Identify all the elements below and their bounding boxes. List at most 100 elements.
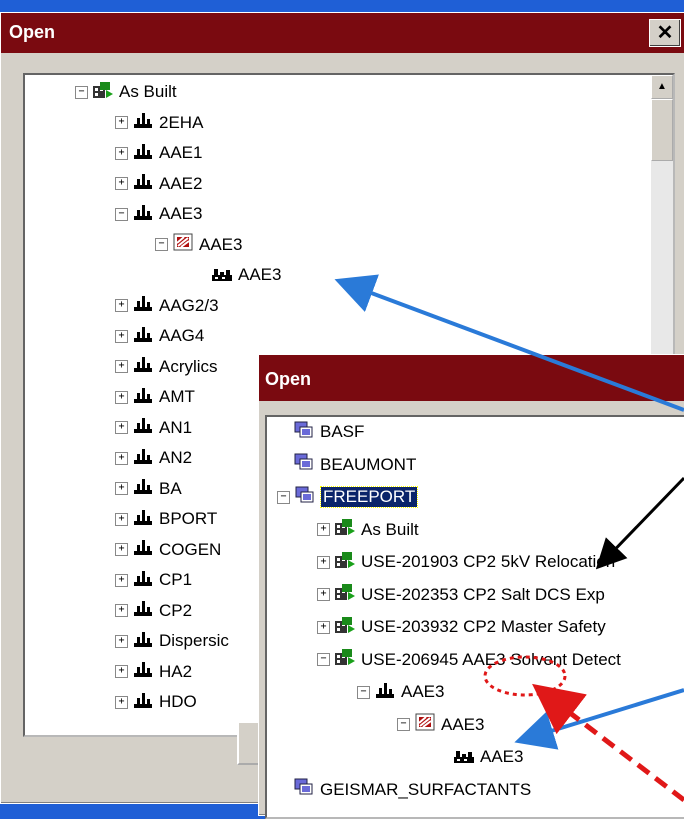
project-icon — [334, 647, 361, 672]
plant-icon — [132, 293, 159, 318]
tree-item-label: Acrylics — [159, 356, 218, 376]
tree-item[interactable]: + BPORT — [115, 506, 217, 532]
tree-item[interactable]: + AAG2/3 — [115, 293, 219, 319]
tree-item-label: CP1 — [159, 570, 193, 589]
plant-icon — [132, 354, 159, 379]
tree-item[interactable]: AAE3 — [195, 262, 281, 288]
expand-toggle[interactable]: + — [115, 543, 128, 556]
expand-toggle[interactable]: + — [115, 573, 128, 587]
tree-item[interactable]: + HDO — [115, 689, 197, 715]
tree-item-label: AAG4 — [159, 326, 205, 345]
scroll-up-button[interactable]: ▲ — [651, 75, 673, 99]
tree-item[interactable]: +2EHA — [115, 110, 203, 136]
tree-item[interactable]: + CP2 — [115, 598, 192, 624]
tree-item-label: AAE3 — [401, 682, 445, 701]
tree-item-label: USE-202353 CP2 Salt DCS Exp — [361, 584, 605, 604]
tree-item[interactable]: − AAE3 — [357, 679, 444, 705]
project-icon — [334, 550, 361, 575]
tree-item-label: As Built — [361, 519, 419, 539]
expand-toggle[interactable]: + — [115, 482, 128, 495]
tree-item[interactable]: + USE-203932 CP2 Master Safety — [317, 614, 606, 640]
tree-item[interactable]: − AAE3 — [115, 201, 202, 227]
expand-toggle[interactable]: + — [115, 329, 128, 343]
tree-item[interactable]: + AN2 — [115, 445, 192, 471]
tree-item[interactable]: + COGEN — [115, 537, 221, 563]
tree-item-label: BEAUMONT — [320, 454, 417, 474]
dialog-title: Open — [9, 22, 56, 42]
site-icon — [293, 420, 320, 445]
tree-item[interactable]: + USE-202353 CP2 Salt DCS Exp — [317, 582, 605, 608]
collapse-toggle[interactable]: − — [277, 490, 290, 504]
expand-toggle[interactable]: + — [115, 451, 128, 465]
plant-icon — [132, 446, 159, 471]
tree-item-label: BPORT — [159, 509, 218, 528]
expand-toggle[interactable]: + — [115, 116, 128, 129]
tree-item[interactable]: + Acrylics — [115, 354, 218, 380]
expand-toggle[interactable]: + — [115, 177, 128, 190]
titlebar[interactable]: Open ✕ — [1, 13, 684, 53]
close-button[interactable]: ✕ — [649, 19, 681, 47]
collapse-toggle[interactable]: − — [357, 685, 370, 699]
plant-icon — [132, 415, 159, 440]
tree-item[interactable]: + CP1 — [115, 567, 192, 593]
unit-icon — [453, 745, 480, 770]
tree-item[interactable]: BASF — [277, 419, 364, 445]
tree-item[interactable]: − FREEPORT — [277, 484, 419, 510]
collapse-toggle[interactable]: − — [75, 85, 88, 99]
collapse-toggle[interactable]: − — [317, 653, 330, 666]
tree-item-label: 2EHA — [159, 112, 204, 132]
tree-item[interactable]: GEISMAR_SURFACTANTS — [277, 777, 531, 803]
tree-item[interactable]: − AAE3 — [397, 712, 484, 738]
tree-item-label: HA2 — [159, 661, 193, 681]
site-icon — [293, 452, 320, 477]
expand-toggle[interactable]: + — [115, 695, 128, 709]
collapse-toggle[interactable]: − — [397, 718, 410, 731]
tree-item[interactable]: + As Built — [317, 517, 419, 543]
plant-icon — [132, 202, 159, 227]
expand-toggle[interactable]: + — [115, 421, 128, 434]
tree-item[interactable]: + BA — [115, 476, 182, 502]
tree-item-label: AAE3 — [238, 265, 282, 284]
expand-toggle[interactable]: + — [317, 588, 330, 601]
tree-item-label: USE-201903 CP2 5kV Relocation — [361, 552, 616, 571]
tree-item[interactable]: + AMT — [115, 384, 195, 410]
tree-item[interactable]: − USE-206945 AAE3 Solvent Detect — [317, 647, 621, 673]
tree-item-label: AAE3 — [441, 714, 485, 734]
tree-item[interactable]: + AN1 — [115, 415, 192, 441]
tree-view-front[interactable]: BASF BEAUMONT − FREEPORT + As Built + USE-20190… — [265, 415, 684, 819]
dialog-title-front: Open — [265, 369, 312, 389]
project-icon — [92, 80, 119, 105]
expand-toggle[interactable]: + — [115, 146, 128, 160]
tree-item[interactable]: BEAUMONT — [277, 452, 416, 478]
tree-item[interactable]: AAE3 — [437, 744, 523, 770]
plant-icon — [132, 568, 159, 593]
scroll-thumb[interactable] — [651, 99, 673, 161]
expand-toggle[interactable]: + — [115, 390, 128, 404]
collapse-toggle[interactable]: − — [115, 207, 128, 221]
tree-item[interactable]: + Dispersic — [115, 628, 229, 654]
plant-icon — [132, 324, 159, 349]
expand-toggle[interactable]: + — [317, 523, 330, 536]
expand-toggle[interactable]: + — [317, 555, 330, 569]
tree-item[interactable]: − AAE3 — [155, 232, 242, 258]
tree-item[interactable]: + AAE1 — [115, 140, 202, 166]
expand-toggle[interactable]: + — [115, 512, 128, 526]
tree-item[interactable]: + AAG4 — [115, 323, 204, 349]
tree-item[interactable]: + HA2 — [115, 659, 192, 685]
expand-toggle[interactable]: + — [317, 620, 330, 634]
expand-toggle[interactable]: + — [115, 634, 128, 648]
titlebar-front[interactable]: Open — [259, 355, 684, 401]
plant-icon — [132, 659, 159, 684]
expand-toggle[interactable]: + — [115, 665, 128, 678]
tree-item-label: CP2 — [159, 600, 193, 620]
collapse-toggle[interactable]: − — [155, 238, 168, 251]
expand-toggle[interactable]: + — [115, 360, 128, 373]
tree-item[interactable]: + AAE2 — [115, 171, 202, 197]
tree-item-label: COGEN — [159, 539, 222, 559]
expand-toggle[interactable]: + — [115, 604, 128, 617]
tree-item[interactable]: − As Built — [75, 79, 177, 105]
unit-icon — [211, 263, 238, 288]
tree-item-label: AAE1 — [159, 143, 203, 162]
expand-toggle[interactable]: + — [115, 299, 128, 312]
tree-item[interactable]: + USE-201903 CP2 5kV Relocation — [317, 549, 615, 575]
